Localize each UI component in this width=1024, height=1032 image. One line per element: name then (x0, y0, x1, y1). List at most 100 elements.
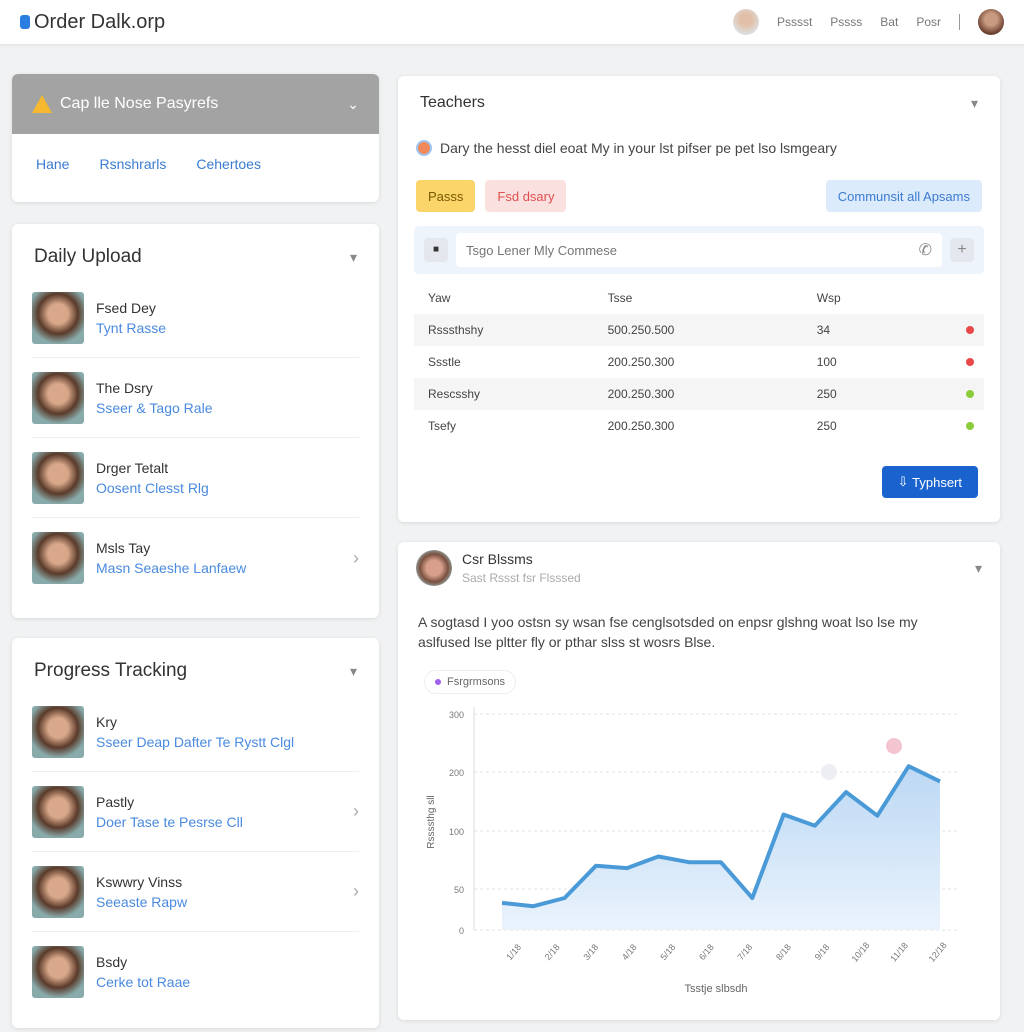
x-tick-label: 5/18 (658, 942, 677, 962)
nav-link[interactable]: Bat (880, 15, 898, 29)
author-avatar[interactable] (416, 550, 452, 586)
table-row[interactable]: Rsssthshy 500.250.500 34 (414, 314, 984, 346)
blue-light-button[interactable]: Communsit all Apsams (825, 180, 982, 212)
x-tick-label: 7/18 (736, 942, 755, 962)
person-photo (32, 705, 84, 758)
list-item[interactable]: Pastly Doer Tase te Pesrse Cll › (32, 772, 359, 852)
person-photo (32, 785, 84, 838)
chevron-right-icon[interactable]: › (353, 881, 359, 902)
add-icon[interactable]: + (950, 238, 974, 262)
person-photo (32, 291, 84, 344)
data-point[interactable] (938, 779, 942, 783)
profile-avatar[interactable] (978, 9, 1004, 35)
chevron-down-icon[interactable]: ▾ (971, 95, 978, 112)
phone-icon[interactable]: ✆ (919, 240, 932, 260)
highlight-marker[interactable] (886, 738, 902, 754)
y-tick-label: 100 (449, 827, 464, 837)
chevron-down-icon[interactable]: ▾ (975, 560, 982, 577)
author-name[interactable]: Csr Blssms (462, 551, 581, 567)
typhsert-button[interactable]: ⇩ Typhsert (881, 466, 978, 498)
divider (959, 14, 960, 30)
data-point[interactable] (813, 824, 817, 828)
x-tick-label: 3/18 (581, 942, 600, 962)
y-tick-label: 50 (454, 885, 464, 895)
menu-icon[interactable]: ■ (424, 238, 448, 262)
list-item[interactable]: Kry Sseer Deap Dafter Te Rystt Clgl (32, 692, 359, 772)
info-icon (416, 140, 432, 156)
status-dot (966, 390, 974, 398)
data-point[interactable] (688, 860, 692, 864)
post-card: Csr Blssms Sast Rssst fsr Flsssed ▾ A sog… (398, 542, 1000, 1020)
person-photo (32, 451, 84, 504)
table-row[interactable]: Ssstle 200.250.300 100 (414, 346, 984, 378)
x-tick-label: 6/18 (697, 942, 716, 962)
data-point[interactable] (594, 864, 598, 868)
top-bar: Order Dalk.orp Psssst Pssss Bat Posr (0, 0, 1024, 44)
nav-link[interactable]: Pssss (830, 15, 862, 29)
list-item[interactable]: The Dsry Sseer & Tago Rale (32, 358, 359, 438)
teachers-card: Teachers ▾ Dary the hesst diel eoat My in… (398, 76, 1000, 522)
card-title: Teachers (420, 94, 485, 111)
comment-input[interactable] (466, 242, 919, 258)
y-tick-label: 200 (449, 768, 464, 778)
data-point[interactable] (844, 790, 848, 794)
y-tick-label: 0 (459, 926, 464, 936)
data-point[interactable] (907, 764, 911, 768)
user-avatar-small[interactable] (732, 9, 759, 35)
table-row[interactable]: Rescsshy 200.250.300 250 (414, 378, 984, 410)
chevron-down-icon[interactable]: ▾ (350, 249, 357, 266)
logo[interactable]: Order Dalk.orp (20, 11, 165, 34)
data-point[interactable] (875, 814, 879, 818)
list-item[interactable]: Drger Tetalt Oosent Clesst Rlg (32, 438, 359, 518)
chevron-down-icon[interactable]: ▾ (350, 663, 357, 680)
x-tick-label: 12/18 (927, 940, 949, 964)
data-point[interactable] (782, 812, 786, 816)
x-axis-label: Tsstje slbsdh (685, 983, 748, 995)
person-photo (32, 371, 84, 424)
teachers-table: Yaw Tsse Wsp Rsssthshy 500.250.500 34 Ssstle 2… (414, 282, 984, 442)
list-item[interactable]: Kswwry Vinss Seeaste Rapw › (32, 852, 359, 932)
red-button[interactable]: Fsd dsary (485, 180, 567, 212)
x-tick-label: 9/18 (813, 942, 832, 962)
data-point[interactable] (719, 860, 723, 864)
status-dot (966, 422, 974, 430)
card-title: Daily Upload (34, 246, 142, 267)
list-item[interactable]: Fsed Dey Tynt Rasse (32, 278, 359, 358)
alert-card: Cap lle Nose Pasyrefs ⌄ Hane Rsnshrarls C… (12, 74, 379, 202)
nav-link[interactable]: Posr (916, 15, 941, 29)
x-tick-label: 10/18 (850, 940, 872, 964)
list-item[interactable]: Bsdy Cerke tot Raae (32, 932, 359, 1012)
x-tick-label: 4/18 (620, 942, 639, 962)
x-tick-label: 1/18 (504, 942, 523, 962)
alert-link[interactable]: Rsnshrarls (99, 156, 166, 172)
person-photo (32, 946, 84, 998)
person-photo (32, 865, 84, 918)
table-row[interactable]: Tsefy 200.250.300 250 (414, 410, 984, 442)
line-chart: 0 50 100 200 300 1/18 2/18 3/18 4/18 5/18 6/18 7/18… (426, 707, 958, 995)
data-point[interactable] (531, 904, 535, 908)
person-photo (32, 532, 84, 584)
chart-legend[interactable]: Fsrgrmsons (424, 670, 517, 694)
list-item[interactable]: Msls Tay Masn Seaeshe Lanfaew › (32, 518, 359, 598)
area-fill (502, 766, 940, 930)
data-point[interactable] (500, 901, 504, 905)
hover-marker[interactable] (821, 764, 837, 780)
daily-upload-card: Daily Upload ▾ Fsed Dey Tynt Rasse The Dsry… (12, 224, 379, 618)
chevron-right-icon[interactable]: › (353, 548, 359, 569)
yellow-button[interactable]: Passs (416, 180, 476, 212)
logo-icon (20, 15, 30, 29)
data-point[interactable] (625, 866, 629, 870)
card-title: Progress Tracking (34, 660, 188, 681)
alert-link[interactable]: Cehertoes (196, 156, 261, 172)
y-axis-label: Rssssthg sll (426, 795, 437, 848)
data-point[interactable] (750, 896, 754, 900)
status-dot (966, 326, 974, 334)
data-point[interactable] (563, 896, 567, 900)
x-tick-label: 11/18 (888, 940, 910, 963)
nav-link[interactable]: Psssst (777, 15, 812, 29)
data-point[interactable] (656, 855, 660, 859)
y-tick-label: 300 (449, 710, 464, 720)
chevron-down-icon[interactable]: ⌄ (347, 96, 359, 113)
alert-link[interactable]: Hane (36, 156, 69, 172)
chevron-right-icon[interactable]: › (353, 801, 359, 822)
